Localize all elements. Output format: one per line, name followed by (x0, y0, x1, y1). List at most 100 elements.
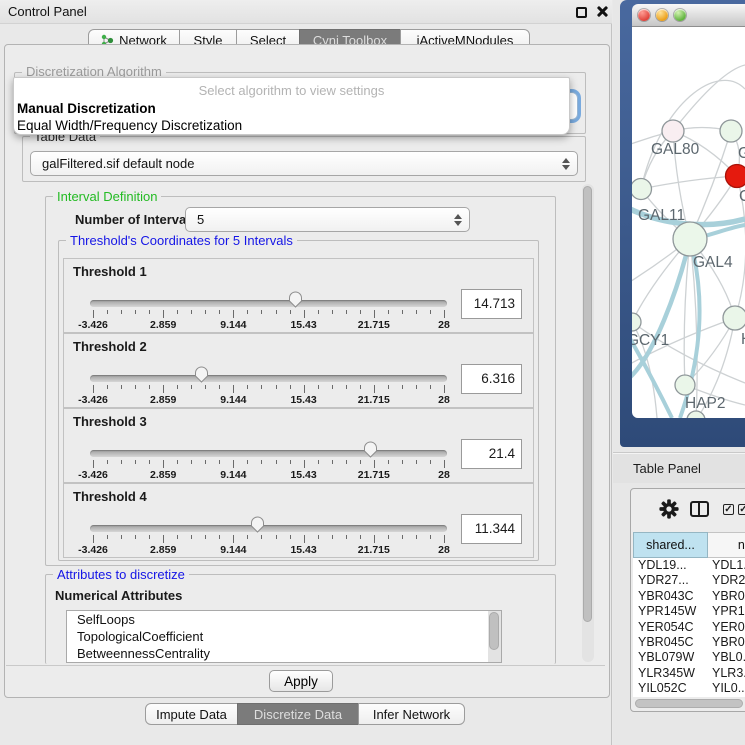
table-hscrollbar-thumb[interactable] (635, 699, 743, 708)
table-data-combobox[interactable]: galFiltered.sif default node (30, 151, 578, 176)
slider-thumb[interactable] (250, 516, 265, 533)
table-rows[interactable]: YDL19...YDL1...YDR27...YDR2...YBR043CYBR… (633, 558, 745, 697)
table-row[interactable]: YLR345WYLR3... (633, 666, 745, 681)
table-horizontal-scrollbar[interactable] (633, 698, 745, 709)
table-panel: ✓ ✓ shared... n... YDL19...YDL1...YDR27.… (630, 488, 745, 712)
select-column-checkbox-icon[interactable]: ✓ (738, 504, 745, 515)
network-graph: GAL80 GAL C GAL11 GAL4 GCY1 H HAP2 (632, 27, 745, 418)
table-panel-header: Table Panel (613, 452, 745, 483)
attributes-scrollbar-thumb[interactable] (489, 612, 499, 650)
slider-thumb[interactable] (194, 366, 209, 383)
table-row[interactable]: YIL052CYIL0... (633, 681, 745, 696)
table-row[interactable]: YDR27...YDR2... (633, 573, 745, 588)
number-of-intervals-combobox[interactable]: 5 (185, 207, 470, 232)
attributes-list-scrollbar[interactable] (488, 611, 501, 662)
threshold-row-1: Threshold 1 -3.4262.8599.14415.4321.7152… (63, 258, 534, 333)
number-of-intervals-value: 5 (197, 212, 204, 227)
table-row[interactable]: YPR145WYPR1... (633, 604, 745, 619)
table-panel-title: Table Panel (633, 461, 701, 476)
network-canvas[interactable]: GAL80 GAL C GAL11 GAL4 GCY1 H HAP2 (632, 27, 745, 418)
combo-spinner-icon (453, 213, 462, 227)
algorithm-option-equal-width[interactable]: Equal Width/Frequency Discretization (17, 118, 242, 133)
column-header-shared-name[interactable]: shared... (633, 532, 708, 558)
algorithm-popup-hint: Select algorithm to view settings (14, 83, 569, 98)
tab-label: Infer Network (373, 707, 450, 722)
node-label: GAL11 (638, 207, 685, 224)
close-icon[interactable] (595, 5, 608, 18)
slider-thumb[interactable] (288, 291, 303, 308)
tab-impute-data[interactable]: Impute Data (145, 703, 238, 725)
table-row[interactable]: YBR045CYBR0... (633, 635, 745, 650)
network-node (675, 375, 695, 395)
control-panel-window: Control Panel Network Style Select Cyni … (0, 0, 612, 745)
node-label: GAL (738, 145, 745, 162)
threshold-value-field[interactable]: 6.316 (461, 364, 522, 394)
slider-ticks (93, 385, 444, 394)
panel-scrollbar-thumb[interactable] (583, 186, 592, 622)
table-row[interactable]: YBR043CYBR0... (633, 589, 745, 604)
network-node (720, 120, 742, 142)
network-window-titlebar[interactable] (632, 4, 745, 27)
slider-thumb[interactable] (363, 441, 378, 458)
gear-icon[interactable] (659, 499, 679, 519)
algorithm-dropdown-popup: Select algorithm to view settings Manual… (13, 77, 570, 135)
network-node (726, 165, 745, 188)
bottom-divider (6, 665, 605, 666)
network-node (723, 306, 745, 330)
threshold-row-2: Threshold 2 -3.4262.8599.14415.4321.7152… (63, 333, 534, 408)
right-workspace: GAL80GALCGAL11GAL4GCY1HHAP2 Table Panel … (613, 0, 745, 745)
tab-infer-network[interactable]: Infer Network (358, 703, 465, 725)
list-item[interactable]: SelfLoops (67, 611, 501, 628)
table-row[interactable]: YER054CYER0... (633, 620, 745, 635)
numerical-attributes-list[interactable]: SelfLoopsTopologicalCoefficientBetweenne… (66, 610, 502, 663)
number-of-intervals-label: Number of Intervals (75, 212, 197, 227)
minimize-traffic-light-icon[interactable] (656, 9, 668, 21)
panel-vertical-scrollbar[interactable] (582, 184, 594, 662)
attributes-group-title: Attributes to discretize (53, 567, 189, 582)
table-row[interactable]: YBL079WYBL0... (633, 650, 745, 665)
window-title: Control Panel (8, 4, 87, 19)
list-item[interactable]: BetweennessCentrality (67, 645, 501, 662)
node-label: GAL4 (693, 254, 733, 271)
combo-spinner-icon (561, 157, 570, 171)
control-panel-titlebar: Control Panel (0, 0, 612, 24)
tab-label: Discretize Data (254, 707, 342, 722)
slider-tick-labels: -3.4262.8599.14415.4321.71528 (93, 469, 444, 481)
network-node (662, 120, 684, 142)
threshold-row-4: Threshold 4 -3.4262.8599.14415.4321.7152… (63, 483, 534, 558)
network-view-window[interactable]: GAL80 GAL C GAL11 GAL4 GCY1 H HAP2 (620, 0, 745, 447)
algorithm-option-manual[interactable]: Manual Discretization (17, 101, 156, 116)
interval-definition-group-title: Interval Definition (53, 189, 161, 204)
list-item[interactable]: TopologicalCoefficient (67, 628, 501, 645)
close-traffic-light-icon[interactable] (638, 9, 650, 21)
slider-tick-labels: -3.4262.8599.14415.4321.71528 (93, 394, 444, 406)
slider-ticks (93, 535, 444, 544)
tab-label: Impute Data (156, 707, 227, 722)
threshold-value-field[interactable]: 11.344 (461, 514, 522, 544)
column-header-name[interactable]: n... (708, 532, 745, 558)
slider-tick-labels: -3.4262.8599.14415.4321.71528 (93, 319, 444, 331)
column-view-icon[interactable] (690, 501, 709, 517)
node-label: C (739, 188, 745, 205)
threshold-value-field[interactable]: 14.713 (461, 289, 522, 319)
network-node (632, 313, 641, 331)
node-label: HAP2 (685, 395, 726, 412)
table-row[interactable]: YDL19...YDL1... (633, 558, 745, 573)
network-node (632, 179, 652, 200)
zoom-traffic-light-icon[interactable] (674, 9, 686, 21)
slider-ticks (93, 460, 444, 469)
node-label: GAL80 (651, 141, 700, 158)
select-all-checkbox-icon[interactable]: ✓ (723, 504, 734, 515)
threshold-value-field[interactable]: 21.4 (461, 439, 522, 469)
float-window-icon[interactable] (576, 7, 587, 18)
slider-tick-labels: -3.4262.8599.14415.4321.71528 (93, 544, 444, 556)
thresholds-group-title: Threshold's Coordinates for 5 Intervals (66, 233, 297, 248)
node-label: H (741, 331, 745, 348)
slider-ticks (93, 310, 444, 319)
tab-discretize-data[interactable]: Discretize Data (237, 703, 359, 725)
numerical-attributes-heading: Numerical Attributes (55, 588, 182, 603)
bottom-tabbar: Impute Data Discretize Data Infer Networ… (145, 703, 465, 725)
apply-button[interactable]: Apply (269, 670, 333, 692)
network-node (687, 411, 705, 418)
node-label: GCY1 (632, 332, 669, 349)
